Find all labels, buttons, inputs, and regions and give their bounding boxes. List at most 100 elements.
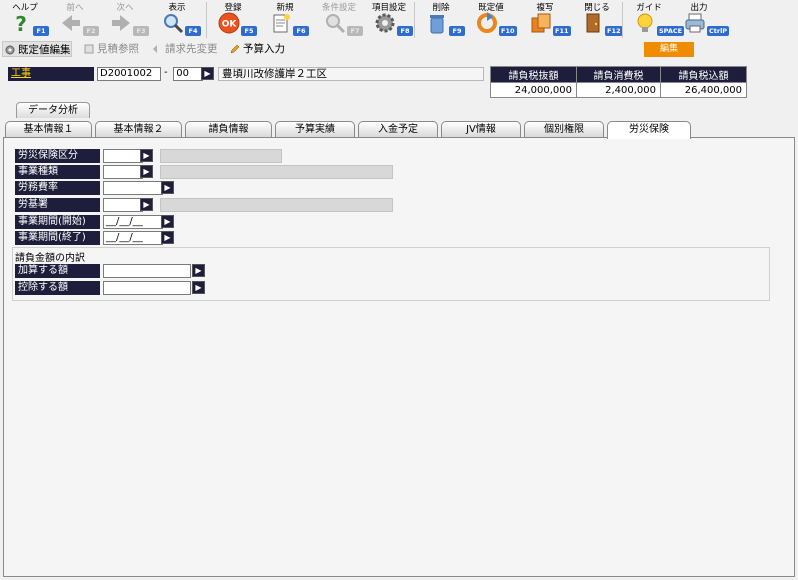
help-button[interactable]: ヘルプ ? F1: [0, 0, 50, 40]
budget-input-button[interactable]: 予算入力: [228, 41, 285, 57]
next-button[interactable]: 次へ F3: [100, 0, 150, 40]
period-end-calendar-button[interactable]: ▶: [161, 231, 174, 244]
project-lookup-button[interactable]: ▶: [201, 67, 214, 80]
deduct-amount-input[interactable]: [103, 281, 191, 295]
item-settings-key-badge: F8: [397, 26, 413, 36]
tab-contract-info[interactable]: 請負情報: [185, 121, 272, 138]
chevron-right-icon: ▶: [195, 283, 202, 292]
business-type-name: [160, 165, 393, 179]
period-end-label: 事業期間(終了): [15, 231, 100, 245]
copy-key-badge: F11: [553, 26, 571, 36]
prev-button[interactable]: 前へ F2: [50, 0, 100, 40]
help-key-badge: F1: [33, 26, 49, 36]
add-amount-lookup-button[interactable]: ▶: [192, 264, 205, 277]
copy-icon: [531, 13, 551, 33]
refresh-icon: [477, 12, 497, 33]
default-value-button[interactable]: 既定値 F10: [466, 0, 517, 40]
ok-icon: OK: [218, 12, 240, 34]
printer-icon: [685, 13, 705, 33]
guide-button[interactable]: ガイド SPACE: [624, 0, 685, 40]
tab-budget-results[interactable]: 予算実績: [275, 121, 355, 138]
tab-individual-permissions[interactable]: 個別権限: [524, 121, 604, 138]
prev-key-badge: F2: [83, 26, 99, 36]
help-icon: ?: [15, 12, 27, 34]
svg-text:OK: OK: [222, 20, 238, 30]
insurance-class-input[interactable]: [103, 149, 143, 163]
lightbulb-icon: [637, 13, 653, 32]
main-toolbar: ヘルプ ? F1 前へ F2 次へ F3 表示 F4 登録 OK F5 新規 F…: [0, 0, 798, 40]
insurance-class-lookup-button[interactable]: ▶: [140, 149, 153, 162]
tab-jv-info[interactable]: JV情報: [441, 121, 521, 138]
labor-office-name: [160, 198, 393, 212]
chevron-right-icon: ▶: [195, 266, 202, 275]
project-label[interactable]: 工事: [8, 67, 94, 81]
billing-change-label: 請求先変更: [165, 43, 218, 55]
chevron-right-icon: ▶: [164, 233, 171, 242]
business-type-input[interactable]: [103, 165, 143, 179]
chevron-right-icon: ▶: [164, 183, 171, 192]
gear-icon: [375, 13, 395, 33]
register-button[interactable]: 登録 OK F5: [208, 0, 258, 40]
labor-office-lookup-button[interactable]: ▶: [140, 198, 153, 211]
add-amount-input[interactable]: [103, 264, 191, 278]
arrow-left-icon: [62, 15, 80, 31]
document-icon: [84, 44, 94, 54]
project-code-input[interactable]: D2001002: [97, 67, 161, 81]
business-type-lookup-button[interactable]: ▶: [140, 165, 153, 178]
tab-workers-comp-insurance[interactable]: 労災保険: [607, 121, 691, 139]
delete-button[interactable]: 削除 F9: [416, 0, 466, 40]
register-key-badge: F5: [241, 26, 257, 36]
tab-data-analysis[interactable]: データ分析: [16, 102, 90, 118]
magnifier-icon: [164, 14, 184, 34]
tab-payment-schedule[interactable]: 入金予定: [358, 121, 438, 138]
default-edit-button[interactable]: 既定値編集: [2, 41, 72, 57]
svg-text:?: ?: [15, 12, 27, 34]
period-start-calendar-button[interactable]: ▶: [161, 215, 174, 228]
amount-header: 請負消費税: [576, 66, 661, 83]
amount-header: 請負税込額: [660, 66, 747, 83]
default-edit-label: 既定値編集: [18, 44, 71, 56]
breakdown-title: 請負金額の内訳: [15, 253, 85, 264]
view-key-badge: F4: [185, 26, 201, 36]
output-key-badge: CtrlP: [707, 26, 730, 36]
new-document-icon: [273, 14, 290, 33]
budget-input-label: 予算入力: [243, 43, 285, 55]
labor-rate-lookup-button[interactable]: ▶: [161, 181, 174, 194]
business-type-label: 事業種類: [15, 165, 100, 179]
tab-basic-info-1[interactable]: 基本情報１: [5, 121, 92, 138]
labor-office-input[interactable]: [103, 198, 143, 212]
project-subcode-input[interactable]: 00: [173, 67, 203, 81]
chevron-right-icon: ▶: [143, 167, 150, 176]
condition-key-badge: F7: [347, 26, 363, 36]
period-start-input[interactable]: __/__/__: [103, 215, 163, 229]
output-button[interactable]: 出力 CtrlP: [674, 0, 730, 40]
condition-button[interactable]: 条件設定 F7: [314, 0, 364, 40]
new-key-badge: F6: [293, 26, 309, 36]
estimate-ref-label: 見積参照: [97, 43, 139, 55]
new-button[interactable]: 新規 F6: [260, 0, 310, 40]
period-start-label: 事業期間(開始): [15, 215, 100, 229]
amount-header: 請負税抜額: [490, 66, 577, 83]
project-name: 豊頃川改修護岸２工区: [218, 67, 484, 81]
copy-button[interactable]: 複写 F11: [520, 0, 571, 40]
period-end-input[interactable]: __/__/__: [103, 231, 163, 245]
add-amount-label: 加算する額: [15, 264, 100, 278]
billing-change-button[interactable]: 請求先変更: [150, 41, 218, 57]
default-value-key-badge: F10: [499, 26, 517, 36]
labor-rate-input[interactable]: [103, 181, 163, 195]
toolbar-separator: [206, 2, 207, 38]
amount-value: 26,400,000: [660, 82, 747, 98]
close-button[interactable]: 閉じる F12: [572, 0, 623, 40]
item-settings-button[interactable]: 項目設定 F8: [364, 0, 414, 40]
deduct-amount-label: 控除する額: [15, 281, 100, 295]
view-button[interactable]: 表示 F4: [152, 0, 202, 40]
tab-basic-info-2[interactable]: 基本情報２: [95, 121, 182, 138]
door-icon: [586, 13, 600, 33]
chevron-right-icon: ▶: [204, 69, 211, 78]
estimate-ref-button[interactable]: 見積参照: [82, 41, 139, 57]
labor-office-label: 労基署: [15, 198, 100, 212]
deduct-amount-lookup-button[interactable]: ▶: [192, 281, 205, 294]
chevron-right-icon: ▶: [143, 200, 150, 209]
amount-value: 2,400,000: [576, 82, 661, 98]
insurance-class-name: [160, 149, 282, 163]
